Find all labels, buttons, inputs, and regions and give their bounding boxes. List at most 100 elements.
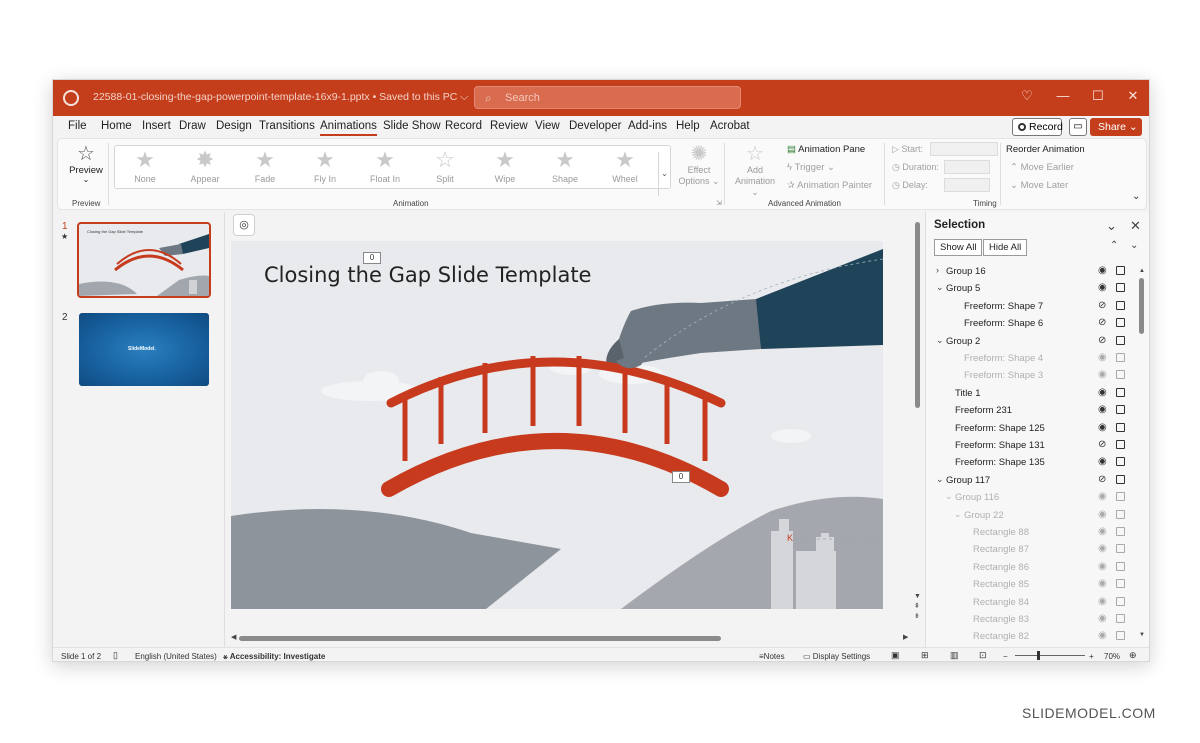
selection-item[interactable]: ⌄ Group 22 ◉ — [926, 508, 1136, 525]
eye-icon[interactable]: ◉ — [1098, 352, 1107, 363]
eye-icon[interactable]: ◉ — [1098, 369, 1107, 380]
eye-icon[interactable]: ◉ — [1098, 561, 1107, 572]
slideshow-icon[interactable]: ⊡ — [979, 650, 987, 661]
tab-design[interactable]: Design — [216, 120, 252, 132]
eye-icon[interactable]: ◉ — [1098, 265, 1107, 276]
selection-item[interactable]: ⌄ Group 117 ⊘ — [926, 473, 1136, 490]
tab-record[interactable]: Record — [445, 120, 482, 132]
tab-developer[interactable]: Developer — [569, 120, 621, 132]
unlock-icon[interactable] — [1116, 266, 1125, 275]
unlock-icon[interactable] — [1116, 579, 1125, 589]
animation-shape[interactable]: ★ Shape — [535, 148, 595, 185]
unlock-icon[interactable] — [1116, 527, 1125, 536]
selection-item[interactable]: Freeform: Shape 7 ⊘ — [926, 299, 1136, 316]
animation-fly-in[interactable]: ★ Fly In — [295, 148, 355, 185]
tab-transitions[interactable]: Transitions — [259, 120, 315, 132]
selection-item[interactable]: Rectangle 88 ◉ — [926, 525, 1136, 542]
display-settings-button[interactable]: ▭ Display Settings — [803, 652, 870, 661]
scroll-up-icon[interactable]: ▲ — [1139, 268, 1145, 274]
unlock-icon[interactable] — [1116, 561, 1125, 571]
unlock-icon[interactable] — [1116, 457, 1125, 467]
eye-icon[interactable]: ◉ — [1098, 387, 1107, 398]
tab-home[interactable]: Home — [101, 120, 132, 132]
scroll-right-icon[interactable]: ▶ — [903, 633, 908, 641]
collapse-ribbon-icon[interactable]: ⌄ — [1132, 191, 1140, 202]
eye-icon[interactable]: ◉ — [1098, 282, 1107, 293]
selection-item[interactable]: Freeform 231 ◉ — [926, 403, 1136, 420]
accessibility-status[interactable]: ⚹ Accessibility: Investigate — [223, 652, 325, 661]
eye-icon[interactable]: ◉ — [1098, 578, 1107, 589]
show-all-button[interactable]: Show All — [934, 239, 983, 256]
chevron-right-icon[interactable]: › — [936, 265, 939, 275]
lightbulb-icon[interactable]: ♡ — [1017, 88, 1037, 104]
search-box[interactable]: ⌕ Search — [474, 86, 741, 109]
eye-icon[interactable]: ◉ — [1098, 630, 1107, 641]
unlock-icon[interactable] — [1116, 300, 1125, 310]
scrollbar-thumb[interactable] — [1139, 278, 1144, 334]
maximize-button[interactable]: ☐ — [1088, 88, 1108, 104]
tab-help[interactable]: Help — [676, 120, 700, 132]
unlock-icon[interactable] — [1116, 492, 1125, 502]
tab-draw[interactable]: Draw — [179, 120, 206, 132]
chevron-down-icon[interactable]: ⌄ — [936, 282, 944, 293]
start-dropdown[interactable] — [930, 142, 998, 156]
selection-item[interactable]: Freeform: Shape 4 ◉ — [926, 351, 1136, 368]
tab-add-ins[interactable]: Add-ins — [628, 120, 667, 132]
tab-slide-show[interactable]: Slide Show — [383, 120, 441, 132]
slide-thumbnail-2[interactable]: SlideModel. — [79, 313, 209, 386]
document-title[interactable]: 22588-01-closing-the-gap-powerpoint-temp… — [93, 91, 468, 104]
animation-wheel[interactable]: ★ Wheel — [595, 148, 655, 185]
scrollbar-thumb[interactable] — [915, 222, 920, 408]
animation-appear[interactable]: ✸ Appear — [175, 148, 235, 185]
gallery-more-button[interactable]: ⌄ — [658, 152, 670, 196]
tab-acrobat[interactable]: Acrobat — [710, 120, 750, 132]
eye-icon[interactable]: ◉ — [1098, 491, 1107, 502]
eye-hidden-icon[interactable]: ⊘ — [1098, 300, 1106, 311]
scrollbar-thumb[interactable] — [239, 636, 721, 641]
slide-sorter-icon[interactable]: ⊞ — [921, 650, 929, 661]
animation-pane-button[interactable]: ▤ Animation Pane — [787, 144, 865, 155]
preview-button[interactable]: ☆ Preview ⌄ — [66, 143, 106, 189]
selection-item[interactable]: ⌄ Group 5 ◉ — [926, 281, 1136, 298]
eye-icon[interactable]: ◉ — [1098, 613, 1107, 624]
unlock-icon[interactable] — [1116, 405, 1125, 415]
eye-icon[interactable]: ◉ — [1098, 543, 1107, 554]
slide-thumbnail-1[interactable]: Closing the Gap Slide Template — [77, 222, 211, 298]
unlock-icon[interactable] — [1116, 335, 1125, 345]
unlock-icon[interactable] — [1116, 509, 1125, 519]
minimize-button[interactable]: — — [1053, 88, 1073, 103]
unlock-icon[interactable] — [1116, 631, 1125, 641]
effect-options-button[interactable]: ✺ Effect Options ⌄ — [678, 143, 720, 187]
unlock-icon[interactable] — [1116, 614, 1125, 623]
zoom-slider[interactable] — [1015, 651, 1085, 660]
duration-field[interactable] — [944, 160, 990, 174]
send-backward-icon[interactable]: ⌄ — [1130, 240, 1138, 251]
trigger-button[interactable]: ϟ Trigger ⌄ — [787, 162, 835, 173]
language-indicator[interactable]: English (United States) — [135, 652, 217, 661]
normal-view-icon[interactable]: ▣ — [891, 650, 900, 661]
selection-item[interactable]: ⌄ Group 116 ◉ — [926, 490, 1136, 507]
delay-field[interactable] — [944, 178, 990, 192]
selection-scrollbar[interactable]: ▲ ▼ — [1139, 268, 1145, 643]
hide-all-button[interactable]: Hide All — [983, 239, 1028, 256]
dialog-launcher-icon[interactable]: ⇲ — [716, 199, 722, 207]
zoom-in-icon[interactable]: + — [1089, 652, 1094, 661]
move-later-button[interactable]: ⌄ Move Later — [1010, 180, 1068, 191]
selection-item[interactable]: ⌄ Group 2 ⊘ — [926, 334, 1136, 351]
add-animation-button[interactable]: ☆ Add Animation ⌄ — [730, 143, 780, 198]
unlock-icon[interactable] — [1116, 544, 1125, 554]
selection-item[interactable]: Rectangle 83 ◉ — [926, 612, 1136, 629]
spellcheck-icon[interactable]: ▯ — [113, 650, 118, 661]
selection-item[interactable]: Freeform: Shape 131 ⊘ — [926, 438, 1136, 455]
tab-view[interactable]: View — [535, 120, 560, 132]
move-earlier-button[interactable]: ⌃ Move Earlier — [1010, 162, 1074, 173]
eye-hidden-icon[interactable]: ⊘ — [1098, 317, 1106, 328]
selection-item[interactable]: › Group 16 ◉ — [926, 264, 1136, 281]
animation-split[interactable]: ☆ Split — [415, 148, 475, 185]
selection-item[interactable]: Freeform: Shape 6 ⊘ — [926, 316, 1136, 333]
zoom-slider-thumb[interactable] — [1037, 651, 1040, 660]
eye-icon[interactable]: ◉ — [1098, 596, 1107, 607]
chevron-down-icon[interactable]: ⌄ — [936, 474, 944, 485]
unlock-icon[interactable] — [1116, 353, 1125, 362]
scroll-arrows[interactable]: ▼ ⇞ ⇟ — [914, 592, 921, 622]
